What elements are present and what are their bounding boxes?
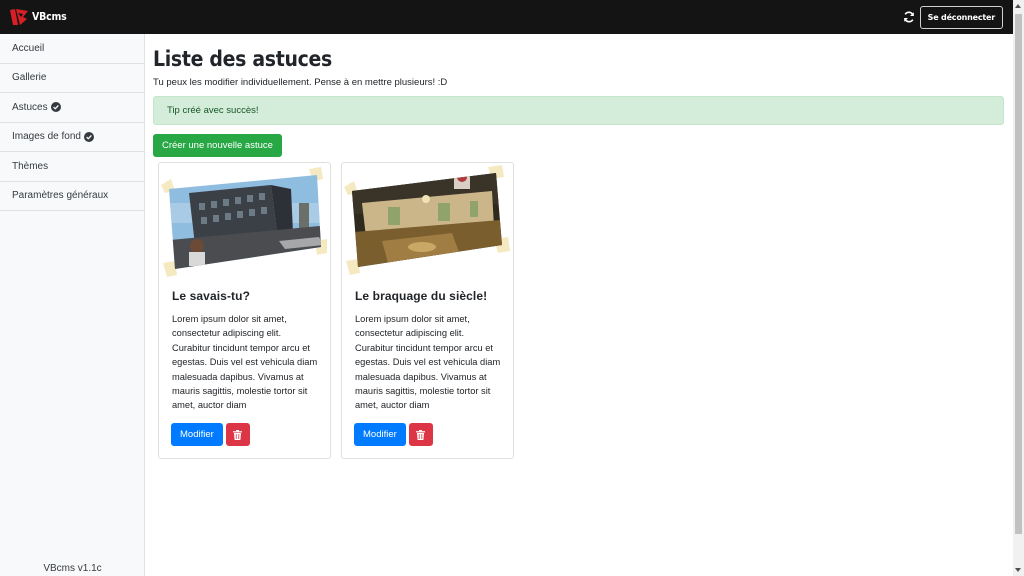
app-version: VBcms v1.1c <box>43 563 102 574</box>
tip-card-image <box>342 163 513 281</box>
edit-tip-button[interactable]: Modifier <box>171 423 223 446</box>
trash-icon <box>233 429 243 440</box>
tip-card: Le savais-tu? Lorem ipsum dolor sit amet… <box>158 162 331 459</box>
brand-name: VBcms <box>32 11 67 23</box>
sidebar-item-accueil[interactable]: Accueil <box>0 34 144 64</box>
page-title: Liste des astuces <box>153 47 332 71</box>
logout-button[interactable]: Se déconnecter <box>919 5 1003 29</box>
check-circle-icon <box>83 131 94 142</box>
scroll-down-arrow-icon[interactable] <box>1015 568 1021 572</box>
sidebar-item-themes[interactable]: Thèmes <box>0 152 144 182</box>
check-circle-icon <box>50 102 61 113</box>
main-content: Liste des astuces Tu peux les modifier i… <box>145 34 1013 576</box>
sidebar-item-label: Gallerie <box>12 72 47 84</box>
sidebar: Accueil Gallerie Astuces Images de fond … <box>0 34 145 576</box>
tip-card-text: Lorem ipsum dolor sit amet, consectetur … <box>355 314 501 411</box>
scroll-up-arrow-icon[interactable] <box>1015 4 1021 8</box>
top-navbar: VBcms Se déconnecter <box>0 0 1013 34</box>
page-scrollbar[interactable] <box>1013 0 1024 576</box>
trash-icon <box>416 429 426 440</box>
sidebar-item-label: Thèmes <box>12 160 49 172</box>
sidebar-item-parametres-generaux[interactable]: Paramètres généraux <box>0 182 144 211</box>
refresh-icon[interactable] <box>903 11 915 23</box>
sidebar-item-images-de-fond[interactable]: Images de fond <box>0 123 144 152</box>
brand[interactable]: VBcms <box>9 8 67 26</box>
sidebar-item-label: Images de fond <box>12 131 81 143</box>
tip-card-text: Lorem ipsum dolor sit amet, consectetur … <box>172 314 318 411</box>
success-alert: Tip créé avec succès! <box>153 96 1004 125</box>
tip-card-title: Le braquage du siècle! <box>355 289 488 303</box>
scroll-thumb[interactable] <box>1015 14 1022 534</box>
create-tip-button[interactable]: Créer une nouvelle astuce <box>153 134 282 157</box>
tip-card-title: Le savais-tu? <box>172 289 250 303</box>
delete-tip-button[interactable] <box>408 423 433 446</box>
delete-tip-button[interactable] <box>225 423 250 446</box>
sidebar-item-gallerie[interactable]: Gallerie <box>0 64 144 93</box>
page-subtitle: Tu peux les modifier individuellement. P… <box>153 77 448 88</box>
sidebar-item-label: Accueil <box>12 42 45 54</box>
success-alert-text: Tip créé avec succès! <box>167 105 259 116</box>
tip-card: Le braquage du siècle! Lorem ipsum dolor… <box>341 162 514 459</box>
street-scene-image <box>161 167 327 277</box>
sidebar-item-label: Astuces <box>12 101 48 113</box>
edit-tip-button[interactable]: Modifier <box>354 423 406 446</box>
casino-interior-image <box>344 165 510 275</box>
tip-card-image <box>159 163 330 281</box>
sidebar-item-astuces[interactable]: Astuces <box>0 93 144 123</box>
tips-list: Le savais-tu? Lorem ipsum dolor sit amet… <box>158 162 1004 459</box>
vbcms-logo-icon <box>10 9 28 25</box>
sidebar-item-label: Paramètres généraux <box>12 190 109 202</box>
